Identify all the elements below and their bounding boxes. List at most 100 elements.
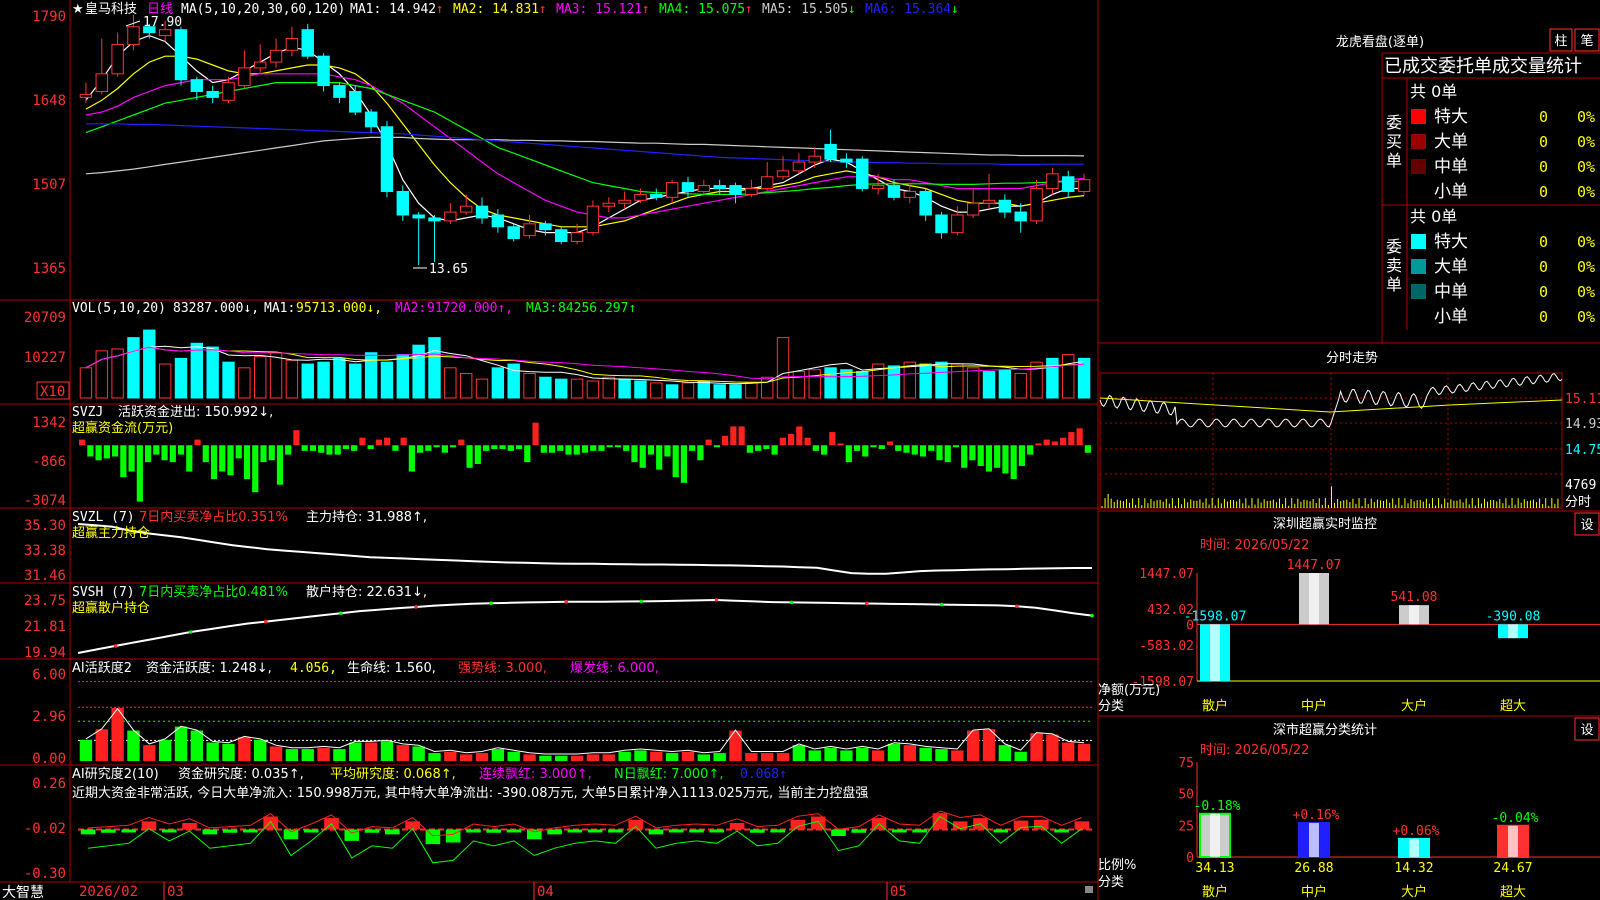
candle-body bbox=[491, 214, 505, 228]
svzj-bar bbox=[730, 426, 737, 446]
svzj-bar bbox=[482, 445, 490, 451]
ma-label: MA(5,10,20,30,60,120) bbox=[181, 2, 345, 17]
volume-bar bbox=[143, 329, 156, 399]
ai2-bar bbox=[770, 829, 785, 833]
sz-monitor-xlabel: 分类 bbox=[1098, 699, 1124, 714]
ai2-bar bbox=[303, 829, 319, 833]
svzj-bar bbox=[441, 445, 448, 453]
svzj-bar bbox=[961, 445, 968, 468]
ai1-bar bbox=[935, 749, 948, 761]
ai1-bar bbox=[444, 751, 457, 761]
svzj-bar bbox=[919, 445, 927, 457]
ai2-bar bbox=[202, 829, 218, 835]
lhb-row-pct: 0% bbox=[1577, 183, 1595, 201]
lock-icon[interactable] bbox=[1085, 886, 1093, 893]
svzj-bar bbox=[664, 445, 671, 457]
svzj-bar bbox=[722, 435, 729, 446]
ai2-bar bbox=[1054, 829, 1069, 833]
ai1-bar bbox=[333, 749, 346, 761]
candle-body bbox=[887, 185, 901, 198]
svzj-bar bbox=[697, 445, 704, 461]
ai1-bar bbox=[79, 739, 93, 761]
svzj-bar bbox=[177, 445, 185, 455]
svzj-bar bbox=[870, 445, 877, 448]
lhb-row-pct: 0% bbox=[1577, 258, 1595, 276]
volume-bar bbox=[586, 380, 600, 399]
svzj-bar bbox=[515, 445, 523, 449]
lhb-color-swatch bbox=[1411, 159, 1426, 174]
candle-body bbox=[269, 49, 283, 63]
candle-body bbox=[570, 232, 584, 242]
sz-stat-bar-shine bbox=[1409, 838, 1419, 857]
volume-bar bbox=[285, 359, 299, 399]
svzj-bar bbox=[458, 439, 465, 446]
svsh-point bbox=[789, 600, 794, 605]
stock-name[interactable]: 皇马科技 bbox=[85, 2, 137, 17]
sz-stat-bar-shine bbox=[1309, 822, 1319, 857]
candle-body bbox=[808, 155, 821, 163]
sz-monitor-category: 大户 bbox=[1401, 698, 1427, 714]
volume-bar bbox=[95, 350, 108, 399]
ai2-label: AI研究度2(10) bbox=[72, 766, 159, 782]
volume-bar bbox=[523, 372, 536, 399]
svzj-bar bbox=[1002, 445, 1009, 474]
sz-monitor-settings-label: 设 bbox=[1580, 518, 1593, 533]
volume-bar bbox=[602, 376, 615, 399]
candle-body bbox=[79, 93, 93, 98]
lhb-row-count: 0 bbox=[1539, 258, 1548, 276]
svzj-bar bbox=[120, 445, 127, 478]
ai1-bar bbox=[1077, 743, 1091, 761]
svzj-bar bbox=[944, 445, 951, 463]
ai2-bar bbox=[486, 829, 502, 833]
candle-body bbox=[919, 190, 932, 216]
volume-bar bbox=[412, 344, 425, 399]
candle-body bbox=[349, 90, 362, 113]
ai2-tick: 0.26 bbox=[32, 776, 66, 792]
lhb-row-name: 小单 bbox=[1434, 182, 1468, 202]
volume-bar bbox=[1062, 354, 1075, 399]
svzj-bar bbox=[293, 430, 300, 446]
svzj-bar bbox=[565, 445, 572, 455]
svzj-bar bbox=[820, 445, 828, 455]
svzj-bar bbox=[524, 445, 531, 463]
ai1-bar bbox=[903, 745, 916, 761]
svzj-sub: 超赢资金流(万元) bbox=[72, 420, 173, 436]
ai2-bar bbox=[831, 829, 846, 836]
volume-bar bbox=[824, 367, 837, 399]
lhb-row-name: 中单 bbox=[1434, 157, 1468, 177]
candle-body bbox=[555, 229, 568, 242]
ai1-bar bbox=[174, 726, 188, 761]
ai1-bar bbox=[301, 749, 314, 761]
svzj-bar bbox=[895, 445, 902, 451]
svzj-bar bbox=[1010, 445, 1017, 480]
fenshi-vol-label: 4769 bbox=[1565, 478, 1596, 493]
ai1-bar bbox=[634, 750, 647, 761]
vol-ma1: MA1: bbox=[264, 301, 295, 316]
svzl-tick: 31.46 bbox=[24, 568, 66, 584]
svzj-bar bbox=[219, 445, 226, 472]
svzj-bar bbox=[573, 445, 580, 455]
app-logo[interactable]: 大智慧 bbox=[2, 885, 44, 900]
lhb-row-count: 0 bbox=[1539, 233, 1548, 251]
svzj-bar bbox=[417, 445, 424, 453]
ai2-bar bbox=[182, 823, 197, 830]
svzj-bar bbox=[169, 445, 176, 463]
intraday-panel bbox=[1099, 372, 1563, 509]
ma-legend-arrow: ↑ bbox=[436, 2, 444, 17]
ai2-tick: -0.02 bbox=[24, 821, 66, 837]
vol-ma3: MA3: bbox=[526, 301, 557, 316]
svzj-bar bbox=[680, 445, 688, 483]
ai1-bar bbox=[491, 749, 505, 761]
svzj-bar bbox=[112, 445, 119, 457]
ma-legend-arrow: ↑ bbox=[642, 2, 650, 17]
ai1-bar bbox=[618, 751, 631, 761]
svzj-label: SVZJ bbox=[72, 405, 103, 420]
svzj-bar bbox=[1035, 443, 1042, 446]
svzj-bar bbox=[342, 445, 350, 449]
ai2-bar bbox=[729, 823, 745, 830]
svzj-bar bbox=[491, 445, 498, 449]
svzl-line bbox=[77, 523, 1092, 575]
ai1-tick: 0.00 bbox=[32, 751, 66, 767]
date-tick: 2026/02 bbox=[79, 884, 138, 900]
fenshi-tick: 14.75 bbox=[1565, 443, 1600, 458]
